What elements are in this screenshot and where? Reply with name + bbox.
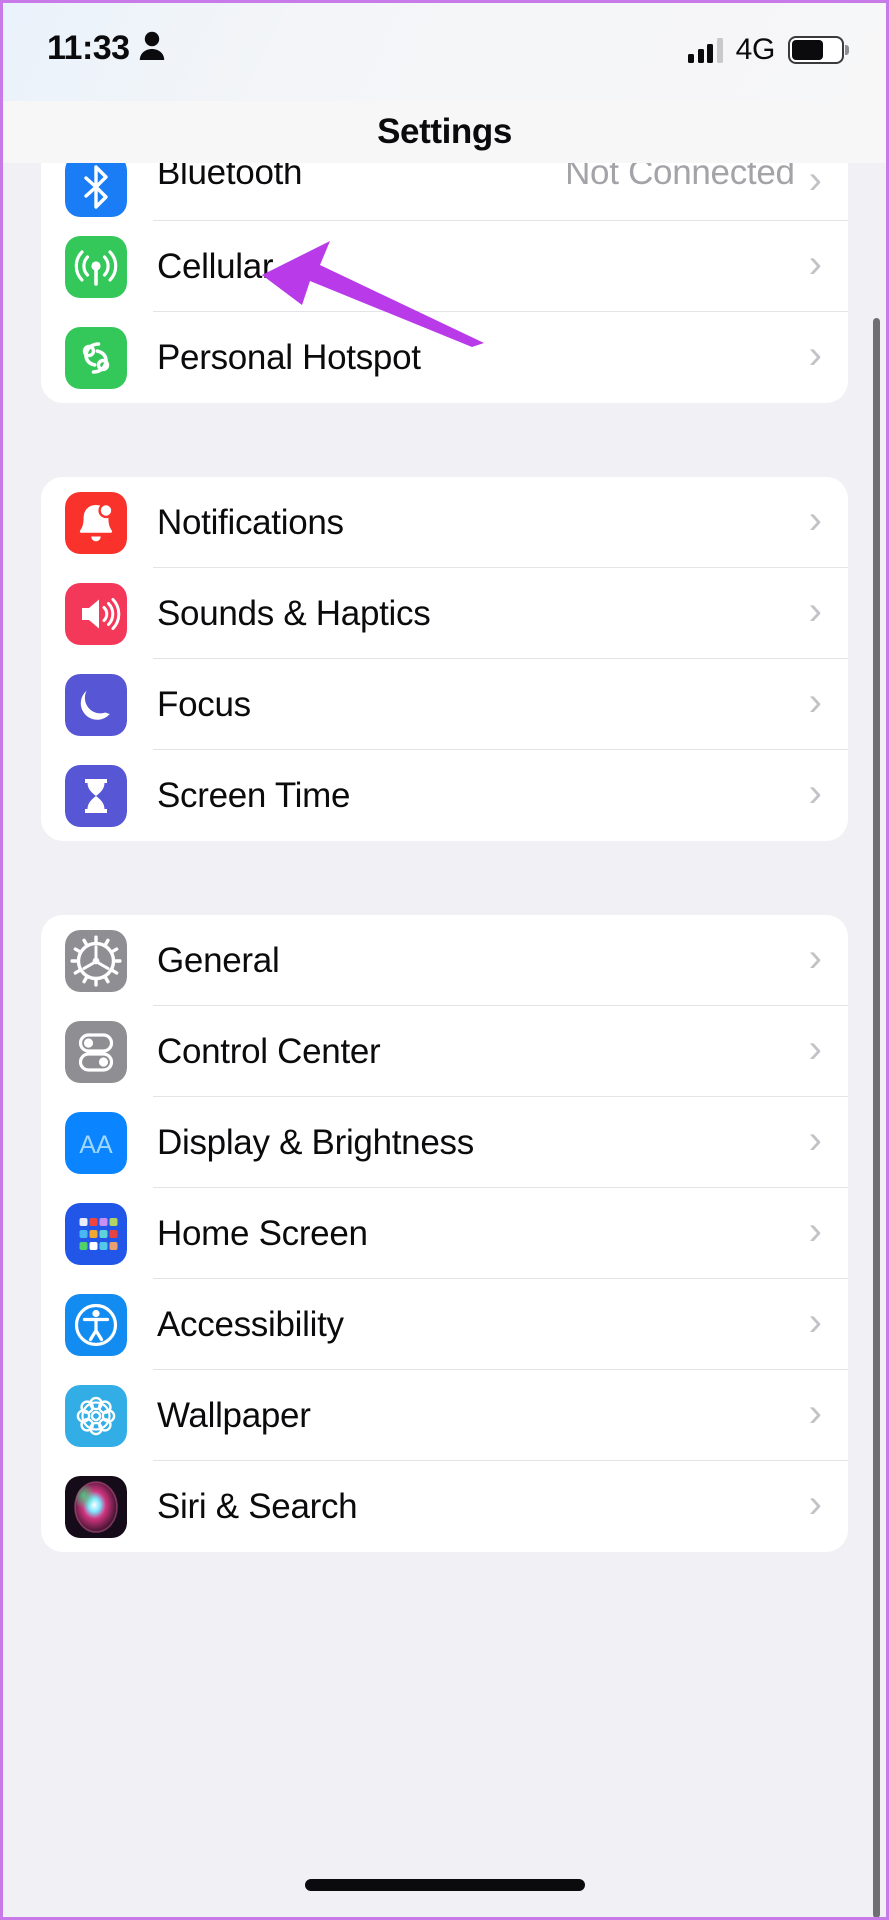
settings-row-label: Wallpaper	[157, 1395, 311, 1435]
bluetooth-icon	[65, 163, 127, 217]
settings-row-value: Not Connected	[565, 163, 795, 192]
chevron-right-icon: ›	[808, 241, 822, 286]
settings-row-label: Cellular	[157, 246, 274, 286]
phone-screenshot-frame: 11:33 4G Settings Bluetooth Not Connected…	[0, 0, 889, 1920]
chevron-right-icon: ›	[808, 1390, 822, 1435]
settings-row-label: Siri & Search	[157, 1486, 358, 1526]
chevron-right-icon: ›	[808, 497, 822, 542]
chevron-right-icon: ›	[808, 1208, 822, 1253]
status-bar-clock: 11:33	[47, 29, 130, 67]
settings-row-general[interactable]: General ›	[41, 915, 848, 1006]
sounds-speaker-icon	[65, 582, 127, 645]
settings-row-label: Bluetooth	[157, 163, 303, 192]
personal-hotspot-icon	[65, 326, 127, 389]
chevron-right-icon: ›	[808, 332, 822, 377]
svg-text:AA: AA	[79, 1131, 113, 1159]
status-bar-left: 11:33	[47, 29, 165, 68]
chevron-right-icon: ›	[808, 1481, 822, 1526]
settings-row-display-brightness[interactable]: AA Display & Brightness ›	[41, 1097, 848, 1188]
chevron-right-icon: ›	[808, 935, 822, 980]
person-icon	[139, 31, 165, 66]
settings-row-siri-search[interactable]: Siri & Search ›	[41, 1461, 848, 1552]
settings-row-bluetooth[interactable]: Bluetooth Not Connected ›	[41, 163, 848, 221]
settings-row-label: Personal Hotspot	[157, 337, 421, 377]
chevron-right-icon: ›	[808, 588, 822, 633]
settings-row-label: Sounds & Haptics	[157, 593, 431, 633]
page-title: Settings	[377, 112, 512, 151]
display-brightness-aa-icon: AA	[65, 1111, 127, 1174]
settings-row-home-screen[interactable]: Home Screen ›	[41, 1188, 848, 1279]
settings-row-accessibility[interactable]: Accessibility ›	[41, 1279, 848, 1370]
status-bar-right: 4G	[688, 33, 849, 67]
settings-row-label: Home Screen	[157, 1213, 368, 1253]
chevron-right-icon: ›	[808, 1117, 822, 1162]
settings-row-wallpaper[interactable]: Wallpaper ›	[41, 1370, 848, 1461]
accessibility-person-icon	[65, 1293, 127, 1356]
general-gear-icon	[65, 929, 127, 992]
settings-row-label: General	[157, 940, 280, 980]
chevron-right-icon: ›	[808, 679, 822, 724]
focus-moon-icon	[65, 673, 127, 736]
settings-row-label: Notifications	[157, 502, 344, 542]
settings-row-cellular[interactable]: Cellular ›	[41, 221, 848, 312]
settings-group-connectivity: Bluetooth Not Connected › Cellular › Personal…	[41, 163, 848, 403]
settings-row-label: Display & Brightness	[157, 1122, 474, 1162]
home-indicator	[304, 1879, 585, 1891]
battery-icon	[788, 36, 849, 64]
chevron-right-icon: ›	[808, 770, 822, 815]
settings-group-alerts: Notifications › Sounds & Haptics › Focus › Scr…	[41, 477, 848, 841]
settings-row-label: Screen Time	[157, 775, 351, 815]
siri-orb-icon	[65, 1475, 127, 1538]
screen-time-hourglass-icon	[65, 764, 127, 827]
settings-row-focus[interactable]: Focus ›	[41, 659, 848, 750]
settings-row-label: Accessibility	[157, 1304, 344, 1344]
cellular-antenna-icon	[65, 235, 127, 298]
settings-scroll-list[interactable]: Bluetooth Not Connected › Cellular › Personal…	[3, 163, 886, 1917]
settings-group-system: General › Control Center › AA Display & Brigh…	[41, 915, 848, 1552]
chevron-right-icon: ›	[808, 163, 822, 202]
group-gap	[3, 403, 886, 477]
settings-row-label: Focus	[157, 684, 251, 724]
chevron-right-icon: ›	[808, 1299, 822, 1344]
wallpaper-flower-icon	[65, 1384, 127, 1447]
control-center-toggles-icon	[65, 1020, 127, 1083]
navigation-bar: Settings	[3, 101, 886, 163]
chevron-right-icon: ›	[808, 1026, 822, 1071]
settings-row-notifications[interactable]: Notifications ›	[41, 477, 848, 568]
home-screen-grid-icon	[65, 1202, 127, 1265]
notifications-bell-icon	[65, 491, 127, 554]
settings-row-sounds-haptics[interactable]: Sounds & Haptics ›	[41, 568, 848, 659]
status-bar: 11:33 4G	[3, 3, 886, 101]
settings-row-control-center[interactable]: Control Center ›	[41, 1006, 848, 1097]
settings-row-personal-hotspot[interactable]: Personal Hotspot ›	[41, 312, 848, 403]
cellular-signal-icon	[688, 37, 723, 63]
group-gap	[3, 841, 886, 915]
settings-row-label: Control Center	[157, 1031, 381, 1071]
settings-row-screen-time[interactable]: Screen Time ›	[41, 750, 848, 841]
network-type-label: 4G	[735, 33, 776, 66]
vertical-scrollbar[interactable]	[873, 318, 880, 1917]
